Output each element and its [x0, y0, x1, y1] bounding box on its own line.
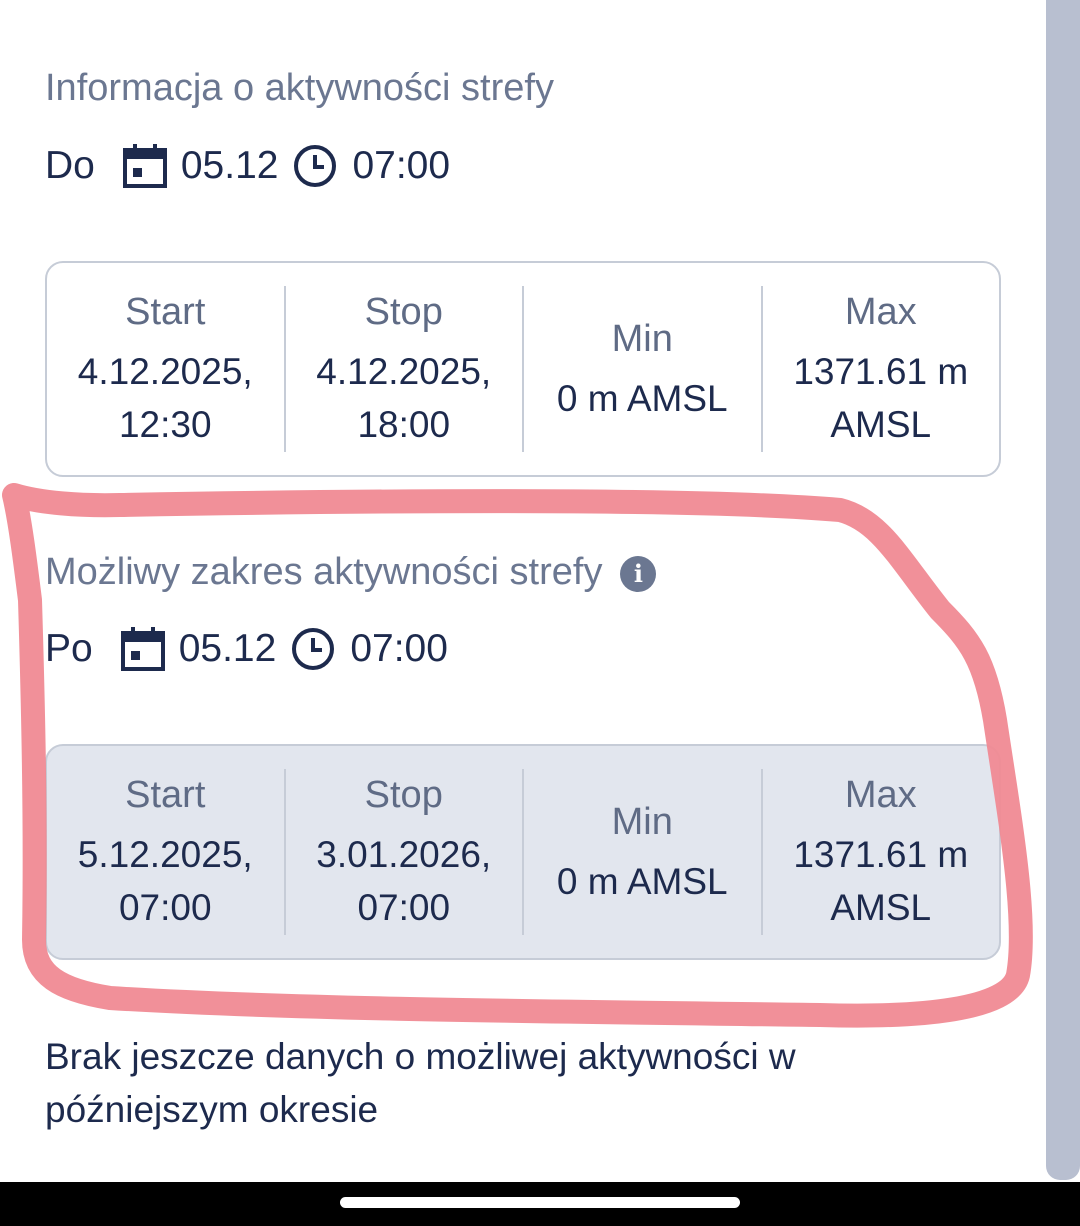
- possible-range-title: Możliwy zakres aktywności strefy: [45, 551, 603, 593]
- max-cell: Max 1371.61 m AMSL: [760, 286, 1000, 452]
- from-time: 07:00: [350, 627, 448, 670]
- possible-activity-table: Start 5.12.2025, 07:00 Stop 3.01.2026, 0…: [45, 744, 1001, 960]
- until-time: 07:00: [352, 144, 451, 187]
- home-indicator[interactable]: [340, 1197, 740, 1208]
- from-date: 05.12: [178, 627, 277, 670]
- calendar-icon: [121, 142, 169, 190]
- max-cell: Max 1371.61 m AMSL: [760, 769, 1000, 935]
- stop-cell: Stop 4.12.2025, 18:00: [283, 286, 523, 452]
- until-date: 05.12: [180, 144, 279, 187]
- min-label: Min: [611, 800, 673, 843]
- from-prefix: Po: [45, 627, 93, 670]
- info-icon[interactable]: i: [620, 555, 657, 592]
- zone-activity-screen: Informacja o aktywności strefy Do 05.12 …: [0, 0, 1080, 1226]
- activity-until-row: Do 05.12 07:00: [45, 136, 450, 196]
- system-nav-bar: [0, 1182, 1080, 1226]
- start-cell: Start 4.12.2025, 12:30: [47, 286, 284, 452]
- max-value: 1371.61 m AMSL: [793, 834, 969, 928]
- clock-icon: [290, 626, 336, 672]
- max-value: 1371.61 m AMSL: [793, 351, 969, 445]
- stop-cell: Stop 3.01.2026, 07:00: [283, 769, 523, 935]
- stop-value: 3.01.2026, 07:00: [316, 834, 492, 928]
- max-label: Max: [844, 291, 917, 333]
- clock-icon: [292, 143, 338, 189]
- until-prefix: Do: [45, 144, 95, 187]
- calendar-icon: [119, 625, 167, 673]
- min-value: 0 m AMSL: [556, 860, 728, 902]
- start-cell: Start 5.12.2025, 07:00: [47, 769, 284, 935]
- min-cell: Min 0 m AMSL: [522, 769, 761, 935]
- start-label: Start: [125, 291, 206, 333]
- activity-info-title: Informacja o aktywności strefy: [45, 67, 554, 109]
- stop-label: Stop: [364, 291, 443, 333]
- activity-from-row: Po 05.12 07:00: [45, 619, 448, 679]
- max-label: Max: [844, 774, 917, 816]
- start-label: Start: [125, 774, 206, 816]
- no-data-note: Brak jeszcze danych o możliwej aktywnośc…: [45, 1036, 796, 1130]
- current-activity-table: Start 4.12.2025, 12:30 Stop 4.12.2025, 1…: [45, 261, 1001, 477]
- min-value: 0 m AMSL: [556, 377, 728, 419]
- stop-value: 4.12.2025, 18:00: [316, 351, 492, 445]
- scrollbar[interactable]: [1046, 0, 1080, 1180]
- start-value: 4.12.2025, 12:30: [77, 351, 253, 445]
- start-value: 5.12.2025, 07:00: [77, 834, 253, 928]
- scrollbar-thumb[interactable]: [1046, 0, 1080, 1180]
- min-cell: Min 0 m AMSL: [522, 286, 761, 452]
- possible-range-title-row: Możliwy zakres aktywności strefy i: [45, 551, 657, 594]
- min-label: Min: [611, 317, 673, 360]
- stop-label: Stop: [364, 774, 443, 816]
